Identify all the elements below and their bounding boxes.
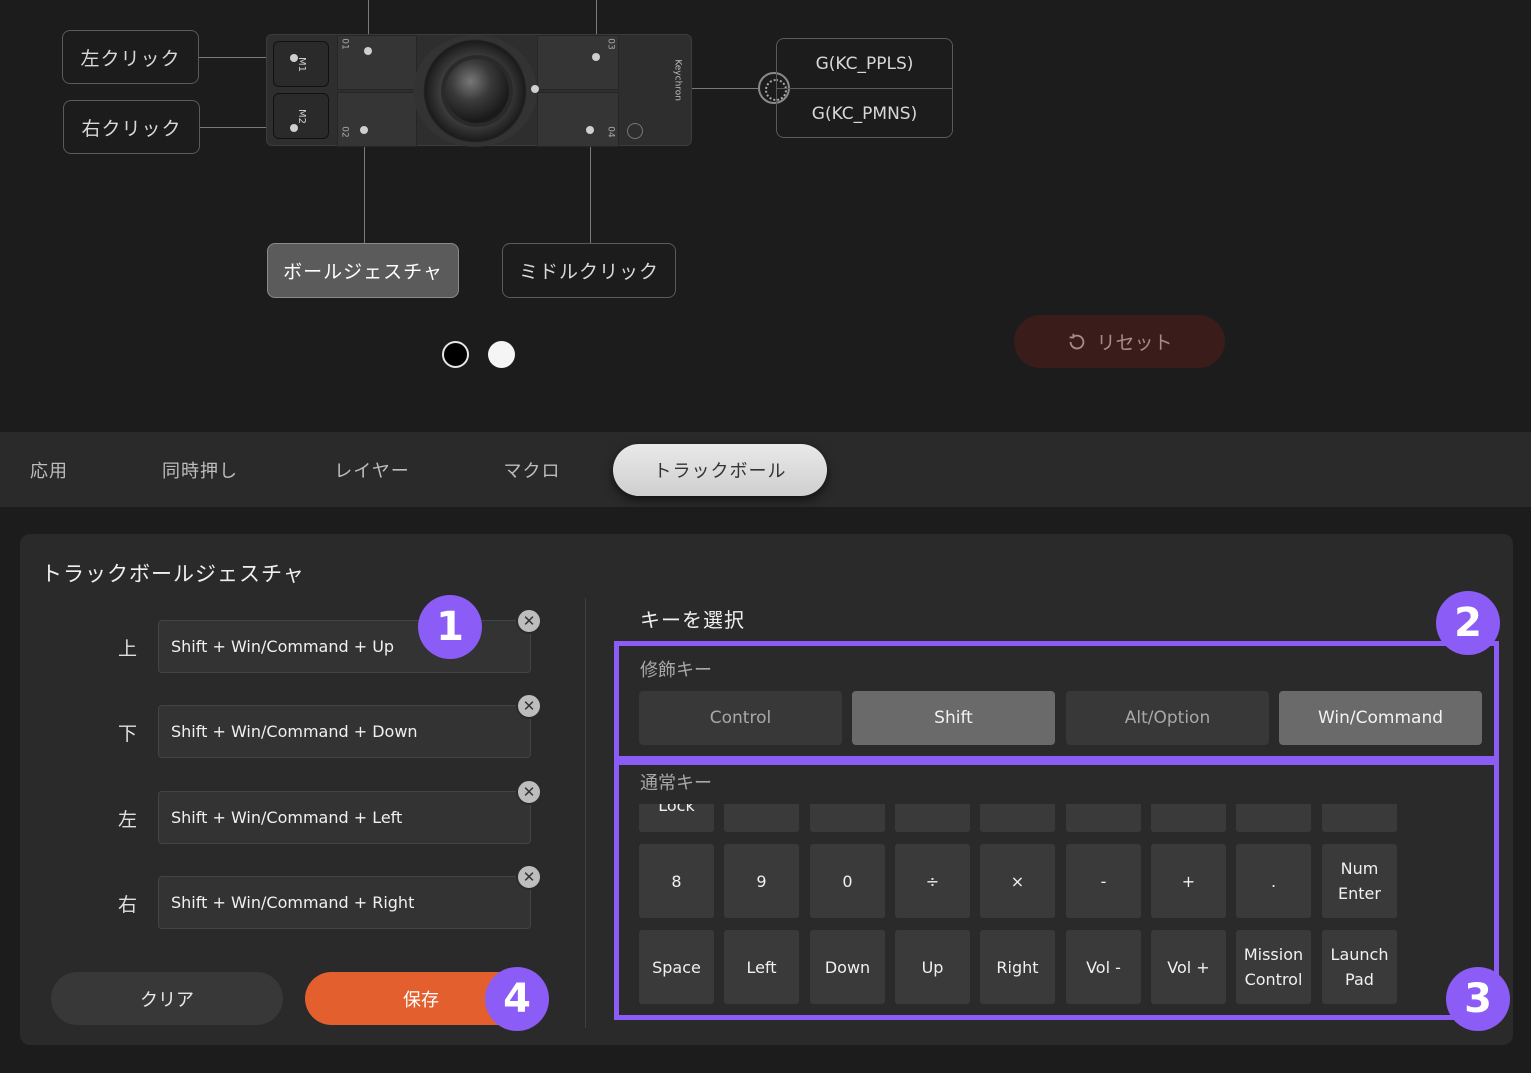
seg-03-label: 03 — [605, 38, 616, 50]
connector-dot — [290, 124, 298, 132]
tab-combo[interactable]: 同時押し — [130, 444, 270, 496]
brand-label: Keychron — [673, 59, 683, 101]
remove-icon[interactable]: ✕ — [516, 693, 542, 719]
gesture-dir-label: 上 — [118, 638, 138, 660]
gesture-row-left: 左 Shift + Win/Command + Left ✕ — [20, 779, 580, 845]
badge-4: 4 — [485, 967, 549, 1031]
gesture-dir-label: 右 — [118, 894, 138, 916]
gesture-field[interactable]: Shift + Win/Command + Left — [158, 791, 531, 844]
ball-gesture-label[interactable]: ボールジェスチャ — [267, 243, 459, 298]
remove-icon[interactable]: ✕ — [516, 608, 542, 634]
m2-key-label: M2 — [295, 108, 307, 124]
seg-04-label: 04 — [605, 126, 616, 138]
device-config-area: 左クリック 右クリック ボールジェスチャ ミドルクリック M1 M2 01 02… — [0, 0, 1531, 400]
connector-dot — [360, 126, 368, 134]
tab-layer[interactable]: レイヤー — [300, 444, 444, 496]
gesture-row-down: 下 Shift + Win/Command + Down ✕ — [20, 693, 580, 759]
knob-mapping-box[interactable]: G(KC_PPLS) G(KC_PMNS) — [776, 38, 953, 138]
tab-trackball[interactable]: トラックボール — [613, 444, 827, 496]
left-click-label[interactable]: 左クリック — [62, 30, 199, 84]
highlight-normal-keys — [614, 760, 1499, 1020]
knob-ccw-label[interactable]: G(KC_PMNS) — [777, 89, 952, 139]
button-02[interactable] — [337, 92, 417, 147]
trackball-ball[interactable] — [445, 59, 509, 123]
connector-dot — [586, 126, 594, 134]
connector-dot — [592, 53, 600, 61]
gesture-dir-label: 下 — [118, 723, 138, 745]
indicator-led — [627, 123, 643, 139]
gesture-row-up: 上 Shift + Win/Command + Up ✕ — [20, 608, 580, 674]
seg-01-label: 01 — [339, 38, 350, 50]
middle-click-label[interactable]: ミドルクリック — [502, 243, 676, 298]
panel-title: トラックボールジェスチャ — [41, 562, 305, 586]
knob-cw-label[interactable]: G(KC_PPLS) — [777, 39, 952, 89]
page-dot-2[interactable] — [488, 341, 515, 368]
tab-bar: 応用 同時押し レイヤー マクロ トラックボール — [0, 432, 1531, 507]
reset-label: リセット — [1096, 333, 1173, 354]
tab-macro[interactable]: マクロ — [470, 444, 594, 496]
highlight-modifier-keys — [614, 641, 1499, 761]
seg-02-label: 02 — [339, 126, 350, 138]
m1-key[interactable]: M1 — [273, 41, 329, 87]
page-dot-1[interactable] — [442, 341, 469, 368]
button-04[interactable] — [537, 92, 619, 147]
reset-button[interactable]: リセット — [1014, 315, 1225, 368]
remove-icon[interactable]: ✕ — [516, 864, 542, 890]
right-click-label[interactable]: 右クリック — [63, 100, 200, 154]
m2-key[interactable]: M2 — [273, 93, 329, 139]
connector-dot — [531, 85, 539, 93]
connector-dot — [364, 47, 372, 55]
gesture-field[interactable]: Shift + Win/Command + Right — [158, 876, 531, 929]
tab-advanced[interactable]: 応用 — [0, 444, 98, 496]
reset-icon — [1070, 333, 1085, 349]
gesture-row-right: 右 Shift + Win/Command + Right ✕ — [20, 864, 580, 930]
badge-1: 1 — [418, 595, 482, 659]
connector-dot — [290, 54, 298, 62]
trackball-device: M1 M2 01 02 03 04 Keychron — [266, 34, 692, 147]
select-key-title: キーを選択 — [640, 608, 745, 632]
clear-button[interactable]: クリア — [51, 972, 283, 1025]
gesture-dir-label: 左 — [118, 809, 138, 831]
badge-2: 2 — [1436, 591, 1500, 655]
divider — [585, 598, 586, 1028]
gesture-field[interactable]: Shift + Win/Command + Down — [158, 705, 531, 758]
badge-3: 3 — [1446, 967, 1510, 1031]
remove-icon[interactable]: ✕ — [516, 779, 542, 805]
